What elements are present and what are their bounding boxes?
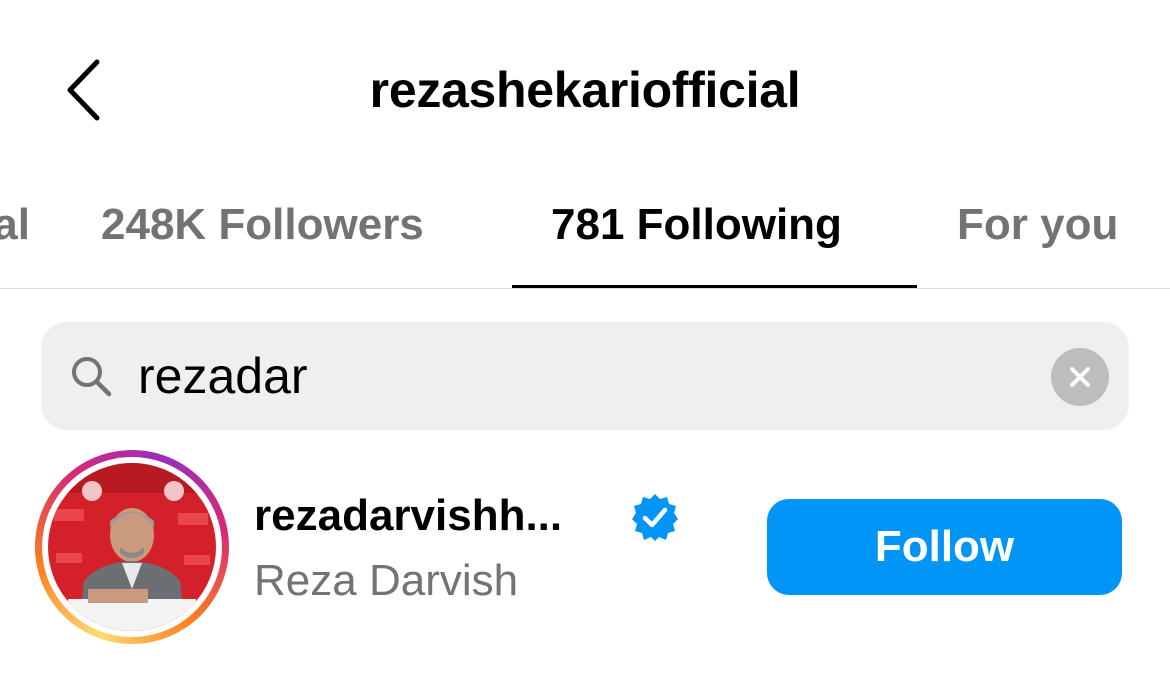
search-icon — [72, 357, 112, 397]
avatar-story-ring[interactable] — [35, 450, 229, 644]
result-username[interactable]: rezadarvishh... — [254, 486, 562, 546]
avatar-frame — [42, 457, 222, 637]
follow-button[interactable]: Follow — [767, 499, 1122, 595]
page-title: rezashekariofficial — [369, 62, 801, 118]
list-item[interactable]: rezadarvishh... Reza Darvish Follow — [0, 446, 1170, 646]
clear-icon — [1070, 367, 1090, 387]
tab-following[interactable]: 781 Following — [551, 190, 842, 260]
tab-divider — [0, 288, 1170, 289]
verified-badge-icon — [632, 494, 678, 541]
clear-search-button[interactable] — [1051, 348, 1109, 406]
search-input[interactable] — [138, 336, 1018, 416]
result-full-name: Reza Darvish — [254, 556, 519, 605]
tab-bar: al 248K Followers 781 Following For you — [0, 190, 1170, 288]
search-bar[interactable] — [41, 322, 1129, 430]
tab-for-you[interactable]: For you — [957, 190, 1118, 260]
tab-followers[interactable]: 248K Followers — [101, 190, 424, 260]
tab-general[interactable]: al — [0, 190, 30, 260]
avatar — [48, 463, 216, 631]
following-screen: rezashekariofficial al 248K Followers 78… — [0, 0, 1170, 673]
